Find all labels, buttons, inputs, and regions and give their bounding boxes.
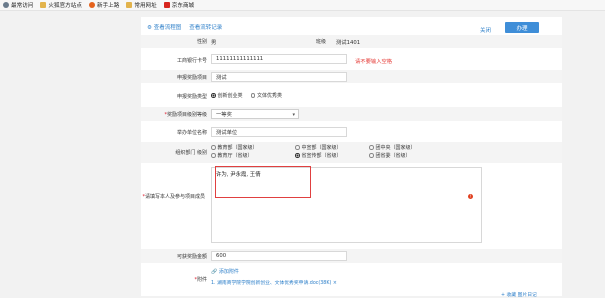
bookmark-common-sites[interactable]: 常用网址 — [126, 1, 157, 9]
add-attachment-link[interactable]: 🔗 添加附件 — [211, 268, 239, 275]
radio-icon — [250, 93, 256, 98]
flow-chart-link[interactable]: ⚙ 查看流程图 — [147, 23, 181, 31]
org-input[interactable]: 测试单位 — [211, 127, 347, 137]
card-label: 工商银行卡号 — [176, 58, 207, 64]
jd-icon — [163, 2, 170, 8]
members-label: *请填写本人及参与项目成员 — [142, 194, 205, 200]
dept-label: 组织部门 级别 — [175, 150, 207, 156]
folder-icon — [40, 2, 47, 8]
amount-label: 可获奖励金额 — [176, 254, 207, 260]
bank-card-input[interactable]: 11111111111111 — [211, 54, 347, 64]
project-label: 申报奖励项目 — [176, 75, 207, 81]
level-select[interactable]: 一等奖 ▾ — [211, 109, 299, 119]
radio-selected-icon — [211, 93, 216, 98]
radio-icon — [211, 145, 216, 150]
folder-icon — [126, 2, 133, 8]
paperclip-icon: 🔗 — [211, 269, 218, 275]
card-warning: 请不要输入空格 — [355, 59, 393, 65]
dept-radio-moe[interactable]: 教育部（国家级） — [211, 144, 258, 151]
name-label: 性别 — [196, 39, 207, 45]
gear-icon — [3, 2, 9, 8]
type-radios: 创新创业类 文体优秀类 — [211, 92, 282, 99]
bookmarks-bar: 最常访问 火狐官方站点 新手上路 常用网址 京东商城 — [0, 0, 605, 11]
amount-input[interactable]: 600 — [211, 251, 347, 261]
firefox-icon — [88, 2, 95, 8]
dept-radio-youth-league[interactable]: 团中央（国家级） — [369, 144, 416, 151]
members-text: 许为, 尹永霞, 王倩 — [216, 172, 261, 178]
bookmark-firefox-site[interactable]: 火狐官方站点 — [40, 1, 82, 9]
org-label: 举办单位名称 — [176, 130, 207, 136]
name-value: 男 — [211, 40, 217, 46]
type-label: 申报奖励类型 — [176, 94, 207, 100]
type-radio-sports[interactable]: 文体优秀类 — [250, 92, 282, 99]
radio-selected-icon — [295, 153, 300, 158]
level-label: *奖励项目级别等级 — [164, 112, 207, 118]
flow-record-link[interactable]: 查看流转记录 — [189, 23, 222, 31]
dept-radios: 教育部（国家级） 中宣部（国家级） 团中央（国家级） 教育厅（省级） 省宣传部（… — [211, 144, 461, 162]
radio-icon — [369, 153, 374, 158]
dept-radio-prov-league[interactable]: 团省委（省级） — [369, 152, 411, 159]
bookmark-getting-started[interactable]: 新手上路 — [88, 1, 119, 9]
form-panel: ⚙ 查看流程图 查看流转记录 关闭 办理 性别 男 班级 测试1401 工商银行… — [141, 17, 562, 298]
chevron-down-icon: ▾ — [292, 112, 295, 118]
dept-radio-edu-dept[interactable]: 教育厅（省级） — [211, 152, 253, 159]
toolbar-links: ⚙ 查看流程图 查看流转记录 — [147, 23, 222, 31]
error-icon: ! — [468, 194, 473, 199]
radio-icon — [369, 145, 374, 150]
submit-button[interactable]: 办理 — [505, 22, 539, 33]
material-label: *附件 — [194, 277, 207, 283]
attachment-file[interactable]: 1. 湖南商学院学院创新创业、文体优秀奖申请.doc(38K) × — [211, 279, 337, 286]
class-label: 班级 — [316, 39, 327, 45]
dept-radio-prov-publicity[interactable]: 省宣传部（省级） — [295, 152, 342, 159]
radio-icon — [211, 153, 216, 158]
bookmark-most-visited[interactable]: 最常访问 — [3, 1, 33, 9]
dept-radio-publicity[interactable]: 中宣部（国家级） — [295, 144, 342, 151]
radio-icon — [295, 145, 300, 150]
close-button[interactable]: 关闭 — [480, 26, 491, 34]
project-input[interactable]: 测试 — [211, 72, 347, 82]
type-radio-innovation[interactable]: 创新创业类 — [211, 92, 243, 99]
class-value: 测试1401 — [336, 40, 361, 46]
bookmark-jd[interactable]: 京东商城 — [163, 1, 194, 9]
footer-link[interactable]: + 收藏 图片日记 — [501, 291, 537, 298]
